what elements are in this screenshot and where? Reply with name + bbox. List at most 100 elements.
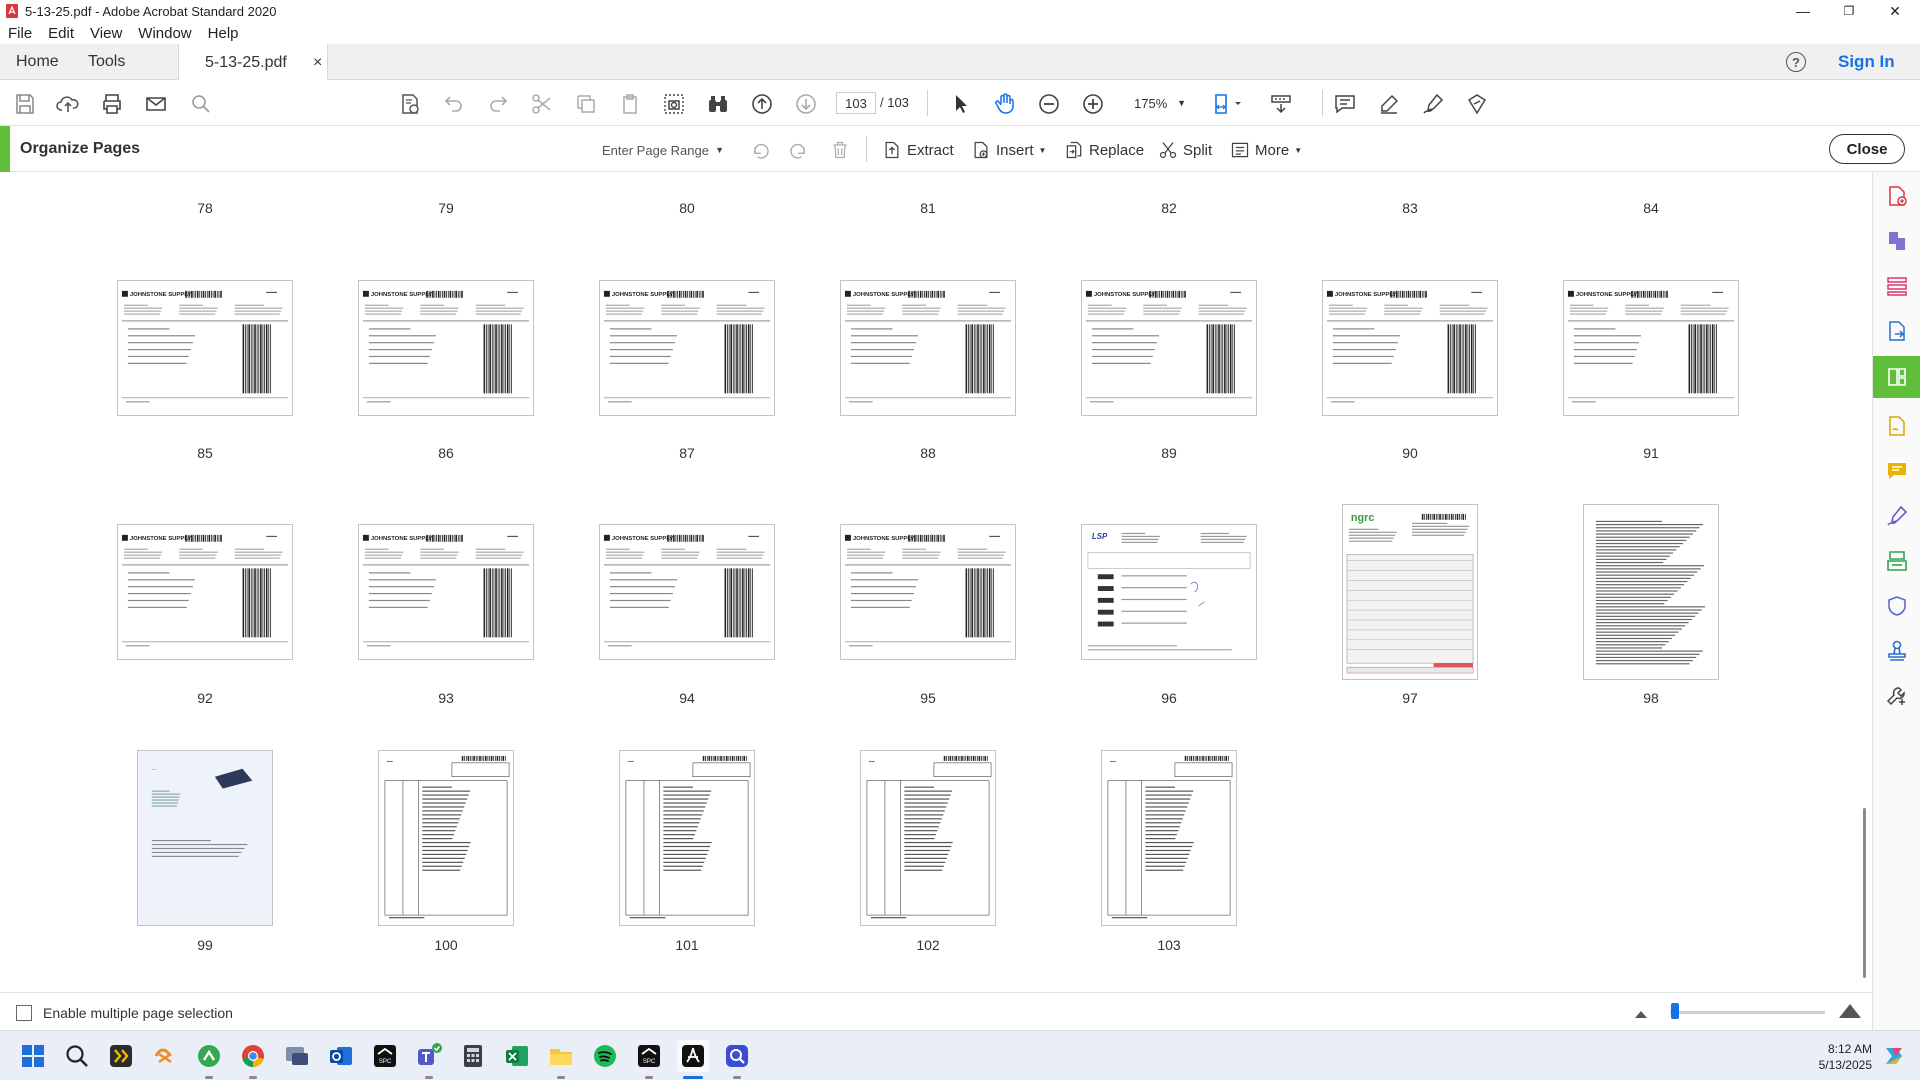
page-thumbnail[interactable]: JOHNSTONE SUPPLY: [358, 280, 534, 416]
app-e-icon[interactable]: [721, 1040, 753, 1079]
page-thumbnail[interactable]: JOHNSTONE SUPPLY: [840, 524, 1016, 660]
tab-document[interactable]: 5-13-25.pdf ×: [178, 44, 328, 81]
search-icon[interactable]: [188, 91, 214, 117]
more-tools-icon[interactable]: [1883, 682, 1911, 710]
spc2-icon[interactable]: SPC: [633, 1040, 665, 1079]
fill-sign-icon[interactable]: [1464, 91, 1490, 117]
combine-files-icon[interactable]: [1883, 227, 1911, 255]
close-tool-button[interactable]: Close: [1829, 134, 1905, 164]
page-thumbnail[interactable]: JOHNSTONE SUPPLY: [1563, 280, 1739, 416]
page-thumbnail[interactable]: JOHNSTONE SUPPLY: [599, 524, 775, 660]
redo-icon[interactable]: [485, 91, 511, 117]
windows-start-icon[interactable]: [17, 1040, 49, 1072]
file-explorer-icon[interactable]: [545, 1040, 577, 1079]
page-thumbnail[interactable]: —: [137, 750, 273, 926]
create-pdf-icon[interactable]: [1883, 182, 1911, 210]
app-a-icon[interactable]: [105, 1040, 137, 1072]
vertical-scrollbar[interactable]: [1860, 172, 1870, 992]
sign-pen-icon[interactable]: [1420, 91, 1446, 117]
page-thumbnail[interactable]: —: [860, 750, 996, 926]
excel-icon[interactable]: [501, 1040, 533, 1072]
more-button[interactable]: More ▼: [1230, 138, 1302, 162]
app-b-icon[interactable]: [149, 1040, 181, 1072]
rotate-left-icon[interactable]: [750, 138, 770, 162]
split-button[interactable]: Split: [1158, 138, 1212, 162]
scan-ocr-icon[interactable]: [1883, 547, 1911, 575]
protect-shield-icon[interactable]: [1883, 592, 1911, 620]
next-page-icon[interactable]: [793, 91, 819, 117]
spc-icon[interactable]: SPC: [369, 1040, 401, 1072]
calculator-icon[interactable]: [457, 1040, 489, 1072]
page-thumbnail[interactable]: JOHNSTONE SUPPLY: [117, 524, 293, 660]
menu-file[interactable]: File: [0, 25, 40, 42]
hand-tool-icon[interactable]: [992, 91, 1018, 117]
upload-cloud-icon[interactable]: [55, 91, 81, 117]
system-clock[interactable]: 8:12 AM 5/13/2025: [1790, 1041, 1872, 1073]
snapshot-icon[interactable]: [661, 91, 687, 117]
page-thumbnail[interactable]: —: [619, 750, 755, 926]
page-thumbnail[interactable]: JOHNSTONE SUPPLY: [599, 280, 775, 416]
thumbnail-size-slider-thumb[interactable]: [1671, 1003, 1679, 1019]
tab-home[interactable]: Home: [16, 44, 59, 80]
page-thumbnail[interactable]: [1583, 504, 1719, 680]
page-thumbnail[interactable]: JOHNSTONE SUPPLY: [840, 280, 1016, 416]
fit-page-icon[interactable]: [1210, 91, 1246, 117]
request-signatures-icon[interactable]: [1883, 412, 1911, 440]
page-range-input[interactable]: Enter Page Range ▼: [596, 138, 730, 162]
cut-icon[interactable]: [529, 91, 555, 117]
close-window-button[interactable]: ✕: [1872, 0, 1918, 22]
page-thumbnail[interactable]: LSP: [1081, 524, 1257, 660]
organize-pages-icon[interactable]: [1873, 356, 1920, 398]
tab-tools[interactable]: Tools: [88, 44, 125, 80]
select-arrow-icon[interactable]: [948, 91, 974, 117]
paste-icon[interactable]: [617, 91, 643, 117]
outlook-icon[interactable]: [325, 1040, 357, 1072]
page-thumbnail[interactable]: —: [1101, 750, 1237, 926]
thumbnail-size-slider[interactable]: [1670, 1011, 1825, 1014]
comment-icon[interactable]: [1332, 91, 1358, 117]
chrome-icon[interactable]: [237, 1040, 269, 1079]
spotify-icon[interactable]: [589, 1040, 621, 1072]
menu-edit[interactable]: Edit: [40, 25, 82, 42]
page-thumbnail[interactable]: JOHNSTONE SUPPLY: [117, 280, 293, 416]
search-taskbar-icon[interactable]: [61, 1040, 93, 1072]
menu-view[interactable]: View: [82, 25, 130, 42]
page-number-input[interactable]: 103: [836, 92, 876, 114]
acrobat-taskbar-icon[interactable]: [677, 1040, 709, 1079]
page-thumbnail[interactable]: —: [378, 750, 514, 926]
maximize-button[interactable]: ❐: [1826, 0, 1872, 22]
menu-window[interactable]: Window: [130, 25, 199, 42]
page-thumbnail[interactable]: JOHNSTONE SUPPLY: [1322, 280, 1498, 416]
rotate-right-icon[interactable]: [789, 138, 809, 162]
copilot-icon[interactable]: [1878, 1040, 1910, 1072]
print-icon[interactable]: [99, 91, 125, 117]
copy-icon[interactable]: [573, 91, 599, 117]
zoom-in-icon[interactable]: [1080, 91, 1106, 117]
email-icon[interactable]: [143, 91, 169, 117]
edit-pdf-icon[interactable]: [397, 91, 423, 117]
save-icon[interactable]: [12, 91, 38, 117]
find-binoculars-icon[interactable]: [705, 91, 731, 117]
zoom-small-thumbnails-icon[interactable]: [1634, 1007, 1648, 1019]
stamp-icon[interactable]: [1883, 637, 1911, 665]
comment-panel-icon[interactable]: [1883, 457, 1911, 485]
export-pdf-icon[interactable]: [1883, 317, 1911, 345]
page-thumbnail[interactable]: JOHNSTONE SUPPLY: [1081, 280, 1257, 416]
page-thumbnail[interactable]: JOHNSTONE SUPPLY: [358, 524, 534, 660]
fill-sign-panel-icon[interactable]: [1883, 502, 1911, 530]
highlight-pen-icon[interactable]: [1376, 91, 1402, 117]
tab-close-icon[interactable]: ×: [313, 54, 322, 72]
undo-icon[interactable]: [441, 91, 467, 117]
scrollbar-thumb[interactable]: [1863, 808, 1866, 978]
multi-select-checkbox[interactable]: [16, 1005, 32, 1021]
menu-help[interactable]: Help: [200, 25, 247, 42]
minimize-button[interactable]: —: [1780, 0, 1826, 22]
app-c-icon[interactable]: [193, 1040, 225, 1079]
extract-button[interactable]: Extract: [882, 138, 954, 162]
previous-page-icon[interactable]: [749, 91, 775, 117]
sign-in-button[interactable]: Sign In: [1838, 52, 1895, 72]
zoom-level-select[interactable]: 175% ▼: [1120, 92, 1190, 114]
insert-button[interactable]: Insert ▼: [971, 138, 1046, 162]
scroll-mode-icon[interactable]: [1268, 91, 1294, 117]
help-icon[interactable]: ?: [1786, 52, 1806, 72]
